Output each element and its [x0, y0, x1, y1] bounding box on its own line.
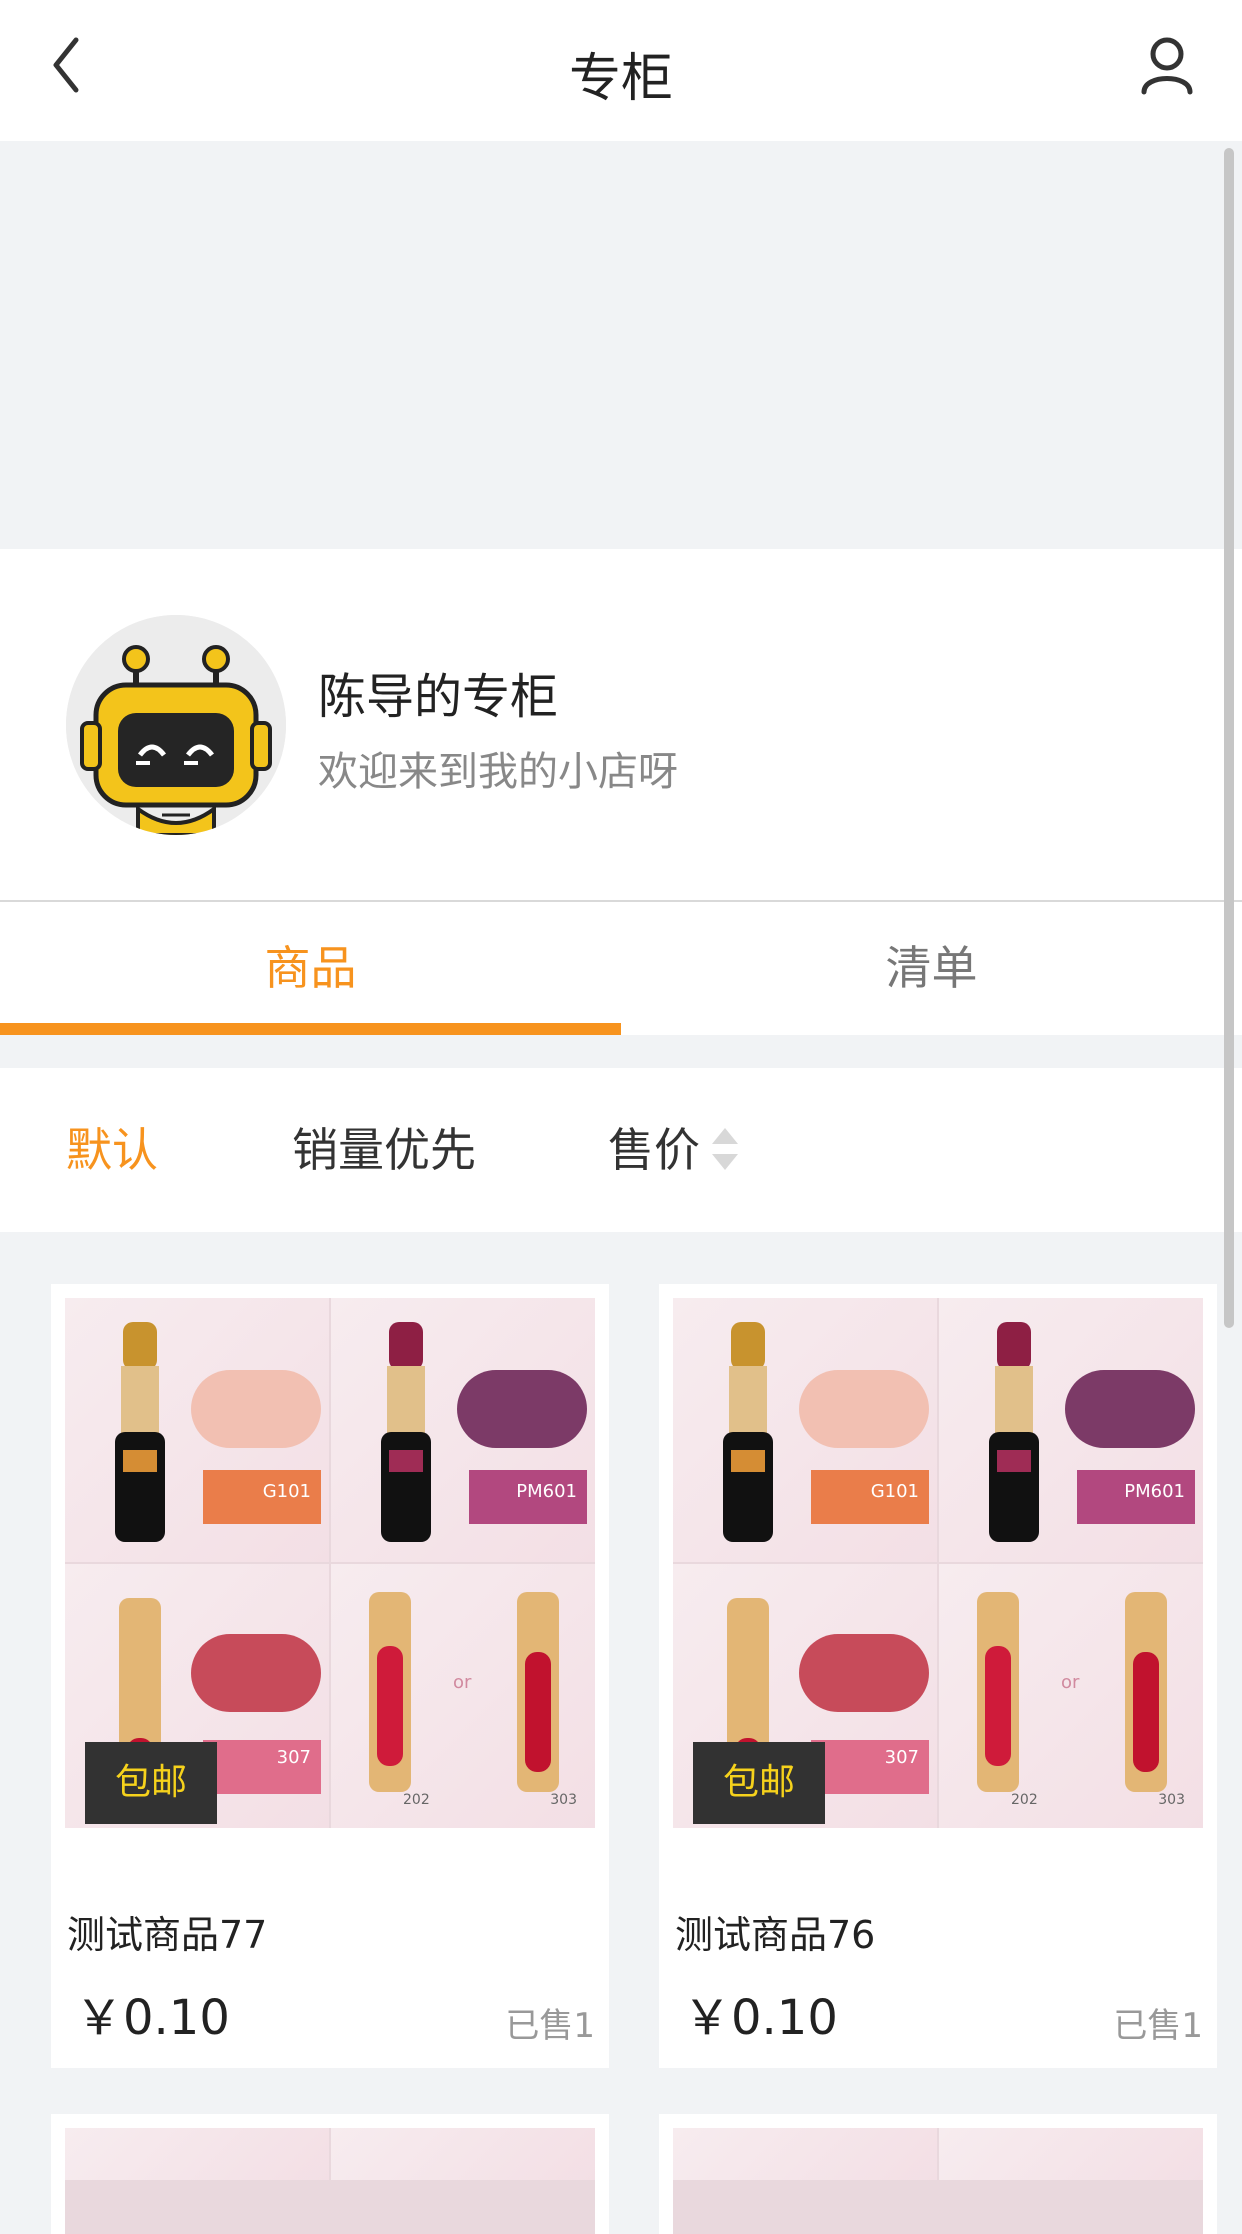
lipstick-icon — [1125, 1592, 1167, 1792]
swatch-label: G101 — [262, 1481, 311, 1502]
product-image-tile: G101 — [65, 1298, 329, 1562]
swatch-label: 307 — [884, 1747, 919, 1768]
active-tab-indicator — [0, 1023, 621, 1035]
user-icon — [1141, 37, 1193, 95]
product-image-tile: PM601 — [939, 1298, 1203, 1562]
shop-description: 欢迎来到我的小店呀 — [318, 749, 678, 795]
free-shipping-badge: 包邮 — [85, 1742, 217, 1824]
product-card[interactable]: G101 PM601 307 — [51, 1284, 609, 2068]
product-image-grid — [673, 2128, 1203, 2234]
lipstick-icon — [723, 1322, 773, 1542]
product-price: ￥0.10 — [683, 1990, 838, 2046]
product-sold-count: 已售1 — [1113, 2006, 1203, 2046]
sort-sales[interactable]: 销量优先 — [292, 1068, 476, 1232]
product-image-tile — [65, 2128, 329, 2180]
lips-swatch — [799, 1370, 929, 1448]
scrollbar[interactable] — [1224, 148, 1234, 1328]
lipstick-icon — [115, 1322, 165, 1542]
product-image-tile — [673, 2128, 937, 2180]
sort-bar: 默认 销量优先 售价 — [0, 1068, 1242, 1232]
lips-swatch — [457, 1370, 587, 1448]
product-image-tile: G101 — [673, 1298, 937, 1562]
top-nav: 专柜 — [0, 0, 1242, 141]
product-image-tile — [331, 2128, 595, 2180]
lipstick-icon — [517, 1592, 559, 1792]
sort-arrows-icon[interactable] — [706, 1124, 744, 1174]
lips-swatch — [191, 1370, 321, 1448]
sort-price[interactable]: 售价 — [608, 1068, 700, 1232]
product-price: ￥0.10 — [75, 1990, 230, 2046]
swatch-label: PM601 — [516, 1481, 577, 1502]
product-image-tile: PM601 — [331, 1298, 595, 1562]
swatch-label: 307 — [276, 1747, 311, 1768]
tab-products[interactable]: 商品 — [0, 902, 621, 1035]
variant-number: 303 — [550, 1792, 577, 1808]
product-image-grid — [65, 2128, 595, 2234]
product-image-tile: or 202 303 — [939, 1564, 1203, 1828]
product-sold-count: 已售1 — [505, 2006, 595, 2046]
robot-avatar-icon — [66, 615, 286, 835]
product-card[interactable] — [51, 2114, 609, 2234]
variant-number: 202 — [403, 1792, 430, 1808]
product-card[interactable]: G101 PM601 307 — [659, 1284, 1217, 2068]
swatch-label: PM601 — [1124, 1481, 1185, 1502]
lipstick-icon — [369, 1592, 411, 1792]
lips-swatch — [191, 1634, 321, 1712]
user-profile-button[interactable] — [1132, 30, 1202, 100]
lipstick-icon — [381, 1322, 431, 1542]
product-card[interactable] — [659, 2114, 1217, 2234]
shop-avatar — [66, 615, 286, 835]
banner-area — [0, 141, 1242, 549]
or-label: or — [1061, 1672, 1080, 1693]
product-image-tile: or 202 303 — [331, 1564, 595, 1828]
lips-swatch — [1065, 1370, 1195, 1448]
product-name: 测试商品77 — [67, 1913, 268, 1957]
lips-swatch — [799, 1634, 929, 1712]
free-shipping-badge: 包邮 — [693, 1742, 825, 1824]
shop-name: 陈导的专柜 — [318, 669, 559, 725]
tab-list[interactable]: 清单 — [621, 902, 1242, 1035]
or-label: or — [453, 1672, 472, 1693]
variant-number: 202 — [1011, 1792, 1038, 1808]
lipstick-icon — [977, 1592, 1019, 1792]
page-title: 专柜 — [568, 49, 673, 109]
lipstick-icon — [989, 1322, 1039, 1542]
shop-info: 陈导的专柜 欢迎来到我的小店呀 — [0, 549, 1242, 902]
product-name: 测试商品76 — [675, 1913, 876, 1957]
variant-number: 303 — [1158, 1792, 1185, 1808]
sort-default[interactable]: 默认 — [66, 1068, 158, 1232]
shop-tabs: 商品 清单 — [0, 902, 1242, 1035]
product-image-tile — [939, 2128, 1203, 2180]
swatch-label: G101 — [870, 1481, 919, 1502]
